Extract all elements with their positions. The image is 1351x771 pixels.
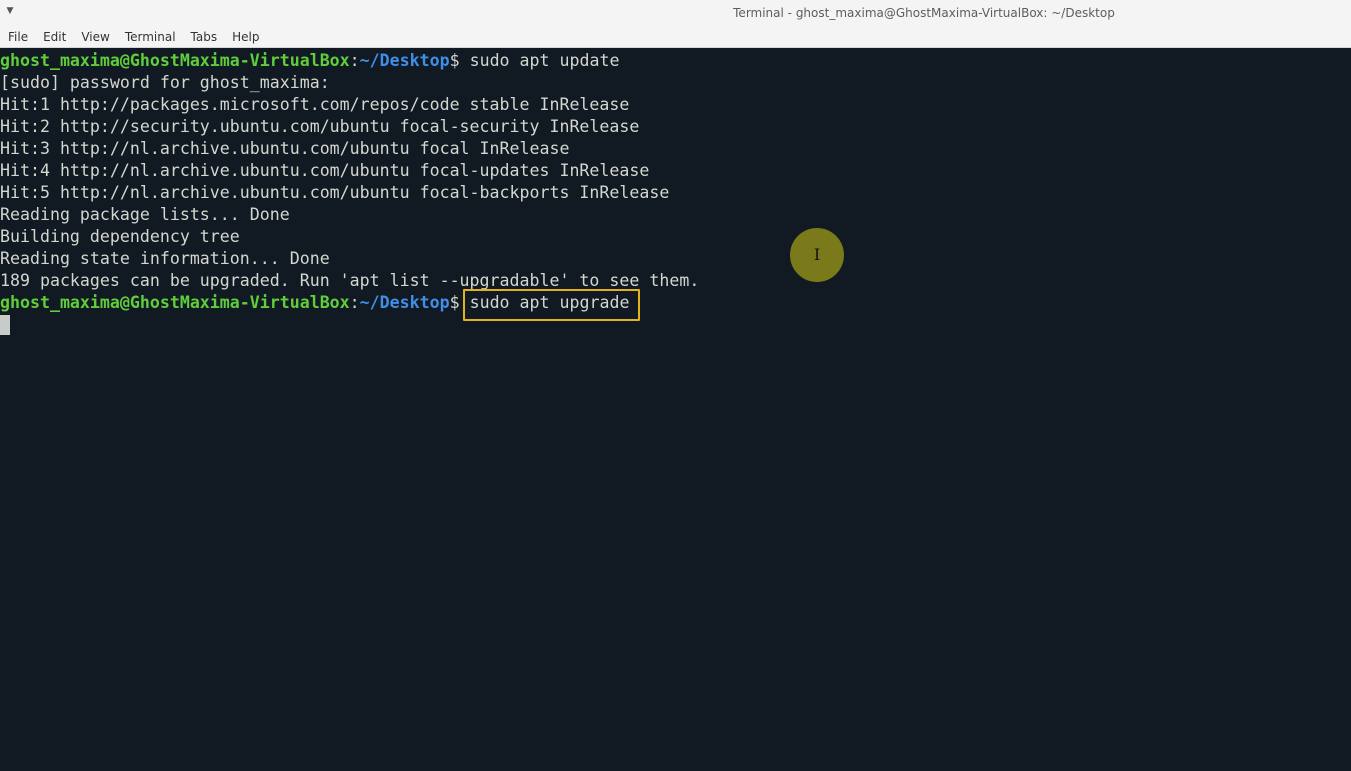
- menu-tabs[interactable]: Tabs: [191, 30, 218, 44]
- output-line: Hit:1 http://packages.microsoft.com/repo…: [0, 95, 630, 114]
- menu-file[interactable]: File: [8, 30, 28, 44]
- output-line: Reading package lists... Done: [0, 205, 290, 224]
- menu-bar: File Edit View Terminal Tabs Help: [0, 26, 1351, 48]
- menu-view[interactable]: View: [81, 30, 109, 44]
- prompt-separator: :: [349, 293, 360, 312]
- prompt-user-host: ghost_maxima@GhostMaxima-VirtualBox: [0, 293, 350, 312]
- output-line: Hit:4 http://nl.archive.ubuntu.com/ubunt…: [0, 161, 650, 180]
- window-title: Terminal - ghost_maxima@GhostMaxima-Virt…: [733, 6, 1115, 20]
- output-line: Hit:2 http://security.ubuntu.com/ubuntu …: [0, 117, 640, 136]
- command-text: sudo apt update: [459, 51, 620, 70]
- ibeam-cursor-icon: I: [813, 245, 821, 264]
- output-line: Hit:5 http://nl.archive.ubuntu.com/ubunt…: [0, 183, 670, 202]
- output-line: Reading state information... Done: [0, 249, 330, 268]
- menu-edit[interactable]: Edit: [43, 30, 66, 44]
- prompt-dollar: $: [449, 293, 460, 312]
- title-bar: ▼ Terminal - ghost_maxima@GhostMaxima-Vi…: [0, 0, 1351, 26]
- command-highlight-box: [463, 289, 640, 321]
- output-line: Building dependency tree: [0, 227, 240, 246]
- prompt-separator: :: [349, 51, 360, 70]
- terminal-area[interactable]: ghost_maxima@GhostMaxima-VirtualBox:~/De…: [0, 49, 1351, 771]
- prompt-path: ~/Desktop: [359, 293, 450, 312]
- prompt-user-host: ghost_maxima@GhostMaxima-VirtualBox: [0, 51, 350, 70]
- mouse-pointer-indicator: I: [790, 228, 844, 282]
- prompt-path: ~/Desktop: [359, 51, 450, 70]
- prompt-line-1: ghost_maxima@GhostMaxima-VirtualBox:~/De…: [0, 50, 619, 72]
- prompt-dollar: $: [449, 51, 460, 70]
- text-cursor: [0, 315, 10, 335]
- output-line: Hit:3 http://nl.archive.ubuntu.com/ubunt…: [0, 139, 570, 158]
- menu-help[interactable]: Help: [232, 30, 259, 44]
- output-line: [sudo] password for ghost_maxima:: [0, 73, 330, 92]
- menu-terminal[interactable]: Terminal: [125, 30, 176, 44]
